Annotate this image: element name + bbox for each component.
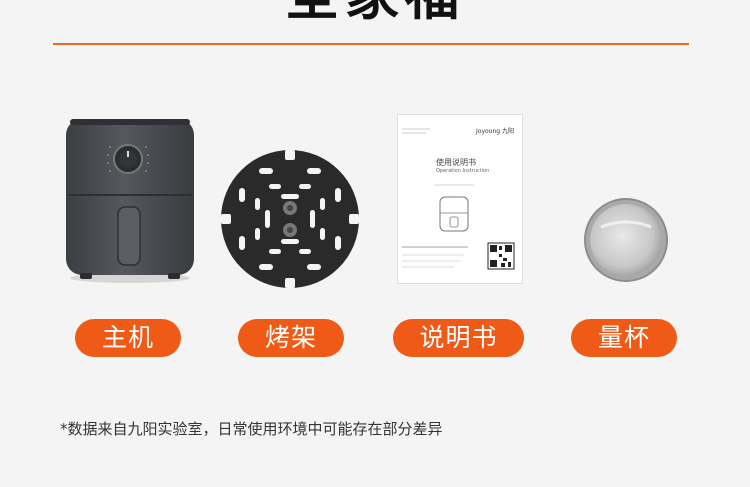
page-title: 全家福 xyxy=(0,0,750,26)
manual-illustration xyxy=(402,128,515,270)
label-main-unit: 主机 xyxy=(75,319,181,357)
label-instruction-manual: 说明书 xyxy=(393,319,524,357)
measuring-cup-image xyxy=(584,198,668,282)
title-divider xyxy=(53,43,689,45)
label-measuring-cup: 量杯 xyxy=(571,319,677,357)
grill-rack-image xyxy=(221,150,359,288)
instruction-manual-image: Joyoung 九阳 使用说明书 Operation Instruction xyxy=(397,114,523,284)
air-fryer-image xyxy=(66,119,194,283)
package-contents-page: 全家福 xyxy=(0,0,750,487)
label-grill-rack: 烤架 xyxy=(238,319,344,357)
footnote: *数据来自九阳实验室，日常使用环境中可能存在部分差异 xyxy=(60,420,443,438)
